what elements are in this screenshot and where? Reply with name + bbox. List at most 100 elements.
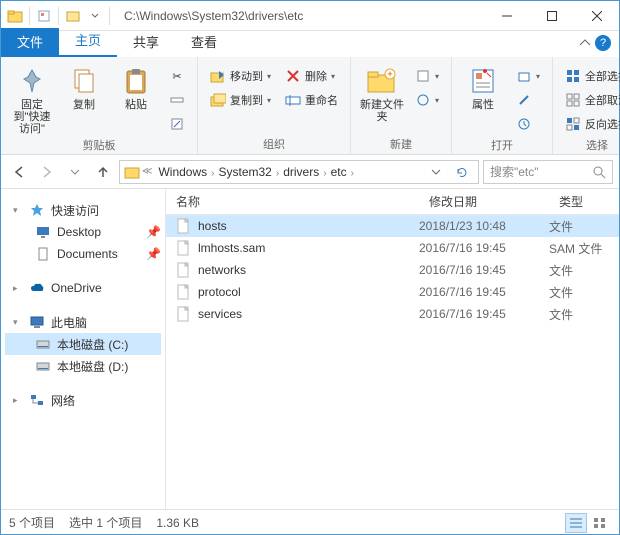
drive-icon	[35, 336, 51, 352]
new-item-icon	[415, 68, 431, 84]
chevron-right-icon: ›	[351, 168, 354, 179]
network-icon	[29, 392, 45, 408]
file-date: 2016/7/16 19:45	[419, 307, 549, 321]
qat-dropdown-icon[interactable]	[87, 8, 103, 24]
breadcrumb-dropdown-icon[interactable]	[424, 160, 448, 184]
file-icon	[176, 218, 192, 234]
copy-button[interactable]: 复制	[61, 61, 107, 111]
paste-button[interactable]: 粘贴	[113, 61, 159, 111]
file-type: 文件	[549, 306, 619, 323]
view-details-button[interactable]	[565, 513, 587, 533]
qat-new-icon[interactable]	[65, 8, 81, 24]
file-row[interactable]: networks2016/7/16 19:45文件	[166, 259, 619, 281]
group-new: ✦ 新建文件夹 ▾ ▾ 新建	[351, 57, 452, 154]
chevron-down-icon: ▾	[13, 317, 23, 328]
select-none-button[interactable]: 全部取消	[561, 89, 620, 111]
breadcrumb-segment[interactable]: drivers	[279, 165, 323, 179]
tree-onedrive[interactable]: ▸OneDrive	[5, 277, 161, 299]
view-icons-button[interactable]	[589, 513, 611, 533]
search-input[interactable]: 搜索"etc"	[483, 160, 613, 184]
status-count: 5 个项目	[9, 514, 55, 531]
drive-icon	[35, 358, 51, 374]
pc-icon	[29, 314, 45, 330]
file-row[interactable]: services2016/7/16 19:45文件	[166, 303, 619, 325]
file-row[interactable]: protocol2016/7/16 19:45文件	[166, 281, 619, 303]
file-row[interactable]: lmhosts.sam2016/7/16 19:45SAM 文件	[166, 237, 619, 259]
minimize-button[interactable]	[484, 1, 529, 31]
scissors-icon: ✂	[169, 68, 185, 84]
easy-access-button[interactable]: ▾	[411, 89, 443, 111]
tree-network[interactable]: ▸网络	[5, 389, 161, 411]
chevron-down-icon: ▾	[13, 205, 23, 216]
tree-this-pc[interactable]: ▾此电脑	[5, 311, 161, 333]
group-open: 属性 ▾ 打开	[452, 57, 553, 154]
breadcrumb-segment[interactable]: Windows	[154, 165, 211, 179]
group-clipboard: 固定到"快速访问" 复制 粘贴 ✂ 剪贴板	[1, 57, 198, 154]
col-name[interactable]: 名称	[166, 193, 419, 210]
paste-shortcut-button[interactable]	[165, 113, 189, 135]
tree-drive-d[interactable]: 本地磁盘 (D:)	[5, 355, 161, 377]
tab-view[interactable]: 查看	[175, 28, 233, 57]
file-icon	[176, 240, 192, 256]
tree-drive-c[interactable]: 本地磁盘 (C:)	[5, 333, 161, 355]
chevron-right-icon: ▸	[13, 395, 23, 406]
help-icon[interactable]: ?	[595, 35, 611, 51]
col-date[interactable]: 修改日期	[419, 193, 549, 210]
close-button[interactable]	[574, 1, 619, 31]
copy-path-button[interactable]	[165, 89, 189, 111]
new-item-button[interactable]: ▾	[411, 65, 443, 87]
file-icon	[176, 262, 192, 278]
tree-documents[interactable]: Documents📌	[5, 243, 161, 265]
ribbon-collapse-icon[interactable]	[579, 37, 591, 49]
nav-forward-button[interactable]	[35, 160, 59, 184]
folder-icon	[124, 164, 140, 180]
file-row[interactable]: hosts2018/1/23 10:48文件	[166, 215, 619, 237]
ribbon: 固定到"快速访问" 复制 粘贴 ✂ 剪贴板 移动到 ▾ 复制到 ▾	[1, 57, 619, 155]
tree-desktop[interactable]: Desktop📌	[5, 221, 161, 243]
star-icon	[29, 202, 45, 218]
maximize-button[interactable]	[529, 1, 574, 31]
properties-icon	[467, 65, 499, 97]
delete-button[interactable]: 删除 ▾	[281, 65, 342, 87]
file-date: 2016/7/16 19:45	[419, 285, 549, 299]
properties-button[interactable]: 属性	[460, 61, 506, 111]
open-button[interactable]: ▾	[512, 65, 544, 87]
file-name: services	[198, 307, 419, 321]
history-button[interactable]	[512, 113, 544, 135]
status-selected: 选中 1 个项目	[69, 514, 142, 531]
tab-share[interactable]: 共享	[117, 28, 175, 57]
tree-quick-access[interactable]: ▾快速访问	[5, 199, 161, 221]
rename-button[interactable]: 重命名	[281, 89, 342, 111]
new-folder-button[interactable]: ✦ 新建文件夹	[359, 61, 405, 123]
easy-access-icon	[415, 92, 431, 108]
breadcrumb[interactable]: ≪ Windows›System32›drivers›etc›	[119, 160, 479, 184]
select-invert-button[interactable]: 反向选择	[561, 113, 620, 135]
breadcrumb-segment[interactable]: System32	[215, 165, 276, 179]
nav-up-button[interactable]	[91, 160, 115, 184]
select-all-button[interactable]: 全部选择	[561, 65, 620, 87]
col-type[interactable]: 类型	[549, 193, 619, 210]
copy-icon	[68, 65, 100, 97]
qat-props-icon[interactable]	[36, 8, 52, 24]
documents-icon	[35, 246, 51, 262]
nav-history-button[interactable]	[63, 160, 87, 184]
chevron-right-icon: ›	[211, 168, 214, 179]
file-icon	[176, 284, 192, 300]
tab-file[interactable]: 文件	[1, 28, 59, 57]
breadcrumb-segment[interactable]: etc	[327, 165, 351, 179]
file-date: 2016/7/16 19:45	[419, 241, 549, 255]
cut-button[interactable]: ✂	[165, 65, 189, 87]
column-headers[interactable]: 名称 修改日期 类型	[166, 189, 619, 215]
pin-icon: 📌	[146, 247, 161, 261]
file-name: hosts	[198, 219, 419, 233]
copyto-button[interactable]: 复制到 ▾	[206, 89, 275, 111]
nav-tree: ▾快速访问 Desktop📌 Documents📌 ▸OneDrive ▾此电脑…	[1, 189, 166, 509]
svg-text:✦: ✦	[386, 69, 394, 79]
nav-back-button[interactable]	[7, 160, 31, 184]
file-date: 2018/1/23 10:48	[419, 219, 549, 233]
pin-button[interactable]: 固定到"快速访问"	[9, 61, 55, 135]
tab-home[interactable]: 主页	[59, 26, 117, 57]
moveto-button[interactable]: 移动到 ▾	[206, 65, 275, 87]
edit-button[interactable]	[512, 89, 544, 111]
refresh-icon[interactable]	[450, 160, 474, 184]
